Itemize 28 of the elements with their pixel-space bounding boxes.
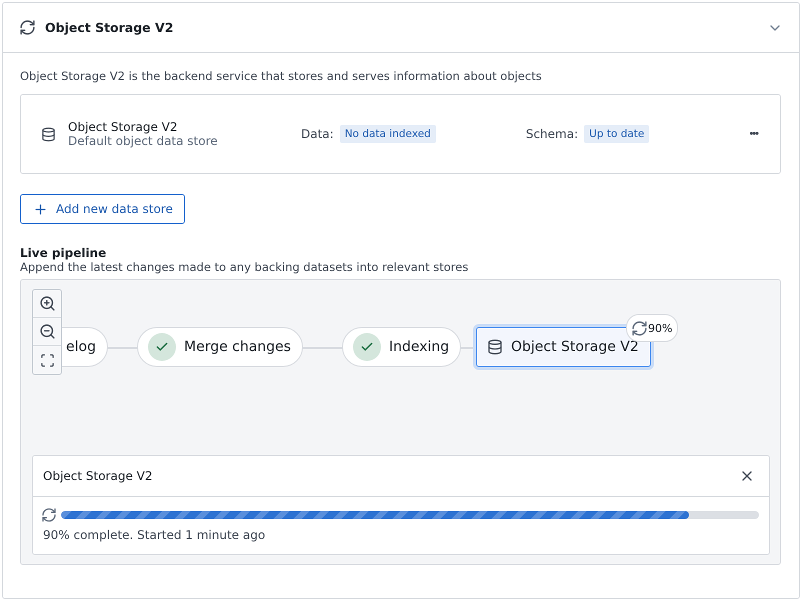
check-icon bbox=[148, 333, 176, 361]
progress-title: Object Storage V2 bbox=[43, 469, 153, 483]
pipeline-node[interactable]: Merge changes bbox=[137, 327, 303, 367]
zoom-in-icon bbox=[38, 295, 56, 312]
description: Object Storage V2 is the backend service that stores and serves information about objects bbox=[20, 69, 543, 83]
database-icon bbox=[41, 126, 56, 142]
refresh-icon bbox=[41, 507, 57, 523]
progress-status: 90% complete. Started 1 minute ago bbox=[42, 527, 266, 544]
check-icon bbox=[353, 333, 381, 361]
add-data-store-button[interactable]: Add new data store bbox=[20, 194, 185, 224]
section-title: Live pipeline bbox=[20, 246, 108, 260]
plus-icon bbox=[33, 202, 48, 216]
data-label: Data: bbox=[301, 127, 334, 141]
fit-view-icon bbox=[40, 352, 54, 368]
pipeline-node[interactable]: Indexing bbox=[342, 327, 462, 367]
store-subtitle: Default object data store bbox=[68, 134, 219, 148]
progress-badge: 90% bbox=[626, 314, 678, 342]
data-status-tag: No data indexed bbox=[340, 125, 436, 143]
more-menu-button[interactable]: ••• bbox=[749, 128, 758, 140]
section-subtitle: Append the latest changes made to any backing datasets into relevant stores bbox=[20, 260, 470, 274]
zoom-out-icon bbox=[38, 323, 56, 340]
pipeline-node[interactable]: elog bbox=[62, 327, 108, 367]
schema-status-tag: Up to date bbox=[584, 125, 650, 143]
panel-title: Object Storage V2 bbox=[45, 20, 174, 35]
schema-label: Schema: bbox=[526, 127, 578, 141]
refresh-icon bbox=[19, 19, 36, 36]
database-icon bbox=[487, 339, 503, 355]
store-name: Object Storage V2 bbox=[68, 120, 179, 134]
